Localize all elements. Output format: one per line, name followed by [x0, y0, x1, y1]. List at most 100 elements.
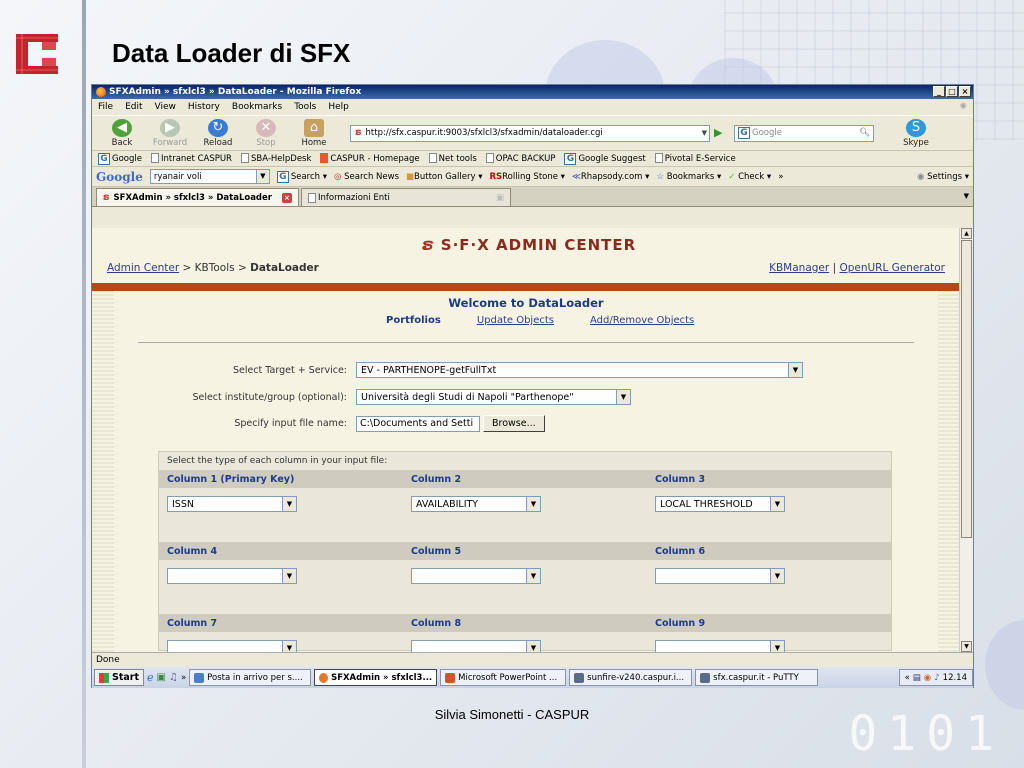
target-service-select[interactable]: EV - PARTHENOPE-getFullTxt ▼ — [356, 362, 803, 378]
network-tray-icon[interactable]: ▤ — [913, 673, 921, 683]
target-service-row: Select Target + Service: EV - PARTHENOPE… — [92, 362, 803, 378]
window-titlebar[interactable]: SFXAdmin » sfxlcl3 » DataLoader - Mozill… — [92, 85, 973, 99]
reload-icon: ↻ — [208, 118, 228, 137]
google-toolbar-query[interactable]: ryanair voli ▼ — [149, 169, 270, 184]
menu-history[interactable]: History — [188, 102, 220, 112]
google-button-gallery[interactable]: ■Button Gallery ▾ — [406, 172, 482, 182]
tab-update-objects[interactable]: Update Objects — [477, 315, 554, 326]
scrollbar-thumb[interactable] — [961, 240, 972, 538]
column-header-row: Column 1 (Primary Key) Column 2 Column 3 — [159, 470, 891, 488]
breadcrumb-admin-center[interactable]: Admin Center — [107, 262, 179, 274]
forward-button[interactable]: ▶ Forward — [146, 118, 194, 148]
tab-close-icon[interactable]: ▣ — [496, 193, 504, 203]
tab-informazioni-enti[interactable]: Informazioni Enti ▣ — [300, 188, 511, 206]
query-dropdown-icon[interactable]: ▼ — [255, 170, 269, 183]
tab-portfolios[interactable]: Portfolios — [386, 315, 441, 326]
input-file-label: Specify input file name: — [234, 418, 347, 429]
page-icon — [654, 153, 663, 163]
chevron-down-icon: ▼ — [526, 569, 540, 583]
maximize-button[interactable]: □ — [946, 86, 958, 97]
tab-add-remove-objects[interactable]: Add/Remove Objects — [590, 315, 694, 326]
column-6-select[interactable]: ▼ — [655, 568, 785, 584]
taskbar-item-sunfire[interactable]: sunfire-v240.caspur.i... — [569, 669, 693, 686]
menu-file[interactable]: File — [98, 102, 113, 112]
institute-row: Select institute/group (optional): Unive… — [92, 389, 631, 405]
column-9-select[interactable]: ▼ — [655, 640, 785, 652]
ie-quicklaunch-icon[interactable]: ℯ — [147, 671, 154, 684]
google-search-news-button[interactable]: ◎ Search News — [334, 172, 399, 182]
bookmarks-toolbar: G Google Intranet CASPUR SBA-HelpDesk CAS… — [92, 151, 973, 167]
institute-select[interactable]: Università degli Studi di Napoli "Parthe… — [356, 389, 631, 405]
column-1-select[interactable]: ISSN ▼ — [167, 496, 297, 512]
bookmark-sba-helpdesk[interactable]: SBA-HelpDesk — [240, 153, 311, 164]
column-2-select[interactable]: AVAILABILITY ▼ — [411, 496, 541, 512]
google-bookmarks[interactable]: ☆ Bookmarks ▾ — [656, 172, 721, 182]
tab-dataloader[interactable]: ຣ SFXAdmin » sfxlcl3 » DataLoader × — [96, 188, 299, 206]
search-icon[interactable]: 🔍︎ — [859, 128, 870, 138]
bookmark-pivotal-eservice[interactable]: Pivotal E-Service — [654, 153, 736, 164]
page-icon — [150, 153, 159, 163]
tab-close-icon[interactable]: × — [281, 192, 292, 203]
google-more[interactable]: » — [778, 172, 783, 182]
app-tray-icon[interactable]: ◉ — [924, 673, 931, 683]
scroll-down-icon[interactable]: ▼ — [961, 641, 972, 652]
close-button[interactable]: × — [959, 86, 971, 97]
column-4-select[interactable]: ▼ — [167, 568, 297, 584]
go-button-icon[interactable]: ▶ — [714, 126, 728, 140]
bookmark-google[interactable]: G Google — [98, 152, 142, 165]
site-favicon-icon: ຣ — [103, 192, 110, 203]
skype-button[interactable]: S Skype — [892, 118, 940, 148]
google-search-button[interactable]: G Search ▾ — [276, 170, 327, 183]
column-8-select[interactable]: ▼ — [411, 640, 541, 652]
bookmark-opac-backup[interactable]: OPAC BACKUP — [485, 153, 555, 164]
browse-button[interactable]: Browse... — [483, 415, 545, 432]
start-button[interactable]: Start — [94, 669, 145, 686]
terminal-icon — [574, 672, 585, 683]
stop-button[interactable]: ✕ Stop — [242, 118, 290, 148]
taskbar-item-outlook[interactable]: Posta in arrivo per s.... — [189, 669, 312, 686]
column-3-select[interactable]: LOCAL THRESHOLD ▼ — [655, 496, 785, 512]
bookmark-google-suggest[interactable]: G Google Suggest — [564, 152, 646, 165]
page-icon — [240, 153, 249, 163]
desktop-quicklaunch-icon[interactable]: ▣ — [157, 672, 166, 683]
column-5-select[interactable]: ▼ — [411, 568, 541, 584]
google-check[interactable]: ✓ Check ▾ — [728, 172, 771, 182]
home-button[interactable]: ⌂ Home — [290, 118, 338, 148]
media-quicklaunch-icon[interactable]: ♫ — [169, 672, 178, 683]
quicklaunch-more[interactable]: » — [181, 673, 186, 683]
menu-help[interactable]: Help — [328, 102, 349, 112]
google-settings-button[interactable]: ◉ Settings ▾ — [917, 172, 969, 182]
google-rolling-stone[interactable]: RSRolling Stone ▾ — [489, 172, 564, 182]
column-7-select[interactable]: ▼ — [167, 640, 297, 652]
bookmark-intranet-caspur[interactable]: Intranet CASPUR — [150, 153, 232, 164]
search-box[interactable]: G Google 🔍︎ — [734, 124, 874, 142]
firefox-icon — [96, 87, 106, 97]
taskbar-item-firefox[interactable]: SFXAdmin » sfxlcl3... — [314, 669, 438, 686]
openurl-generator-link[interactable]: OpenURL Generator — [839, 262, 945, 274]
menu-view[interactable]: View — [155, 102, 176, 112]
google-rhapsody[interactable]: ≪Rhapsody.com ▾ — [572, 172, 649, 182]
url-bar[interactable]: ຣ http://sfx.caspur.it:9003/sfxlcl3/sfxa… — [350, 124, 710, 142]
taskbar-item-putty[interactable]: sfx.caspur.it - PuTTY — [695, 669, 819, 686]
volume-tray-icon[interactable]: ♪ — [934, 673, 939, 683]
back-button[interactable]: ◀ Back — [98, 118, 146, 148]
taskbar-item-powerpoint[interactable]: Microsoft PowerPoint ... — [440, 669, 567, 686]
vertical-scrollbar[interactable]: ▲ ▼ — [959, 228, 973, 652]
menu-tools[interactable]: Tools — [294, 102, 316, 112]
google-engine-icon[interactable]: G — [738, 127, 750, 139]
form-divider — [138, 342, 914, 343]
kbmanager-link[interactable]: KBManager — [769, 262, 829, 274]
bookmark-caspur-homepage[interactable]: CASPUR - Homepage — [320, 153, 420, 164]
input-file-field[interactable]: C:\Documents and Setti — [356, 415, 480, 432]
tab-list-icon[interactable]: ▼ — [964, 192, 969, 200]
menu-bookmarks[interactable]: Bookmarks — [232, 102, 282, 112]
tray-expand[interactable]: « — [905, 673, 910, 683]
scroll-up-icon[interactable]: ▲ — [961, 228, 972, 239]
menu-edit[interactable]: Edit — [125, 102, 142, 112]
minimize-button[interactable]: _ — [933, 86, 945, 97]
bookmark-net-tools[interactable]: Net tools — [428, 153, 477, 164]
url-dropdown-icon[interactable]: ▼ — [702, 129, 707, 137]
background-digits: 0101 — [848, 706, 1004, 762]
reload-button[interactable]: ↻ Reload — [194, 118, 242, 148]
top-links: KBManager | OpenURL Generator — [769, 262, 945, 274]
